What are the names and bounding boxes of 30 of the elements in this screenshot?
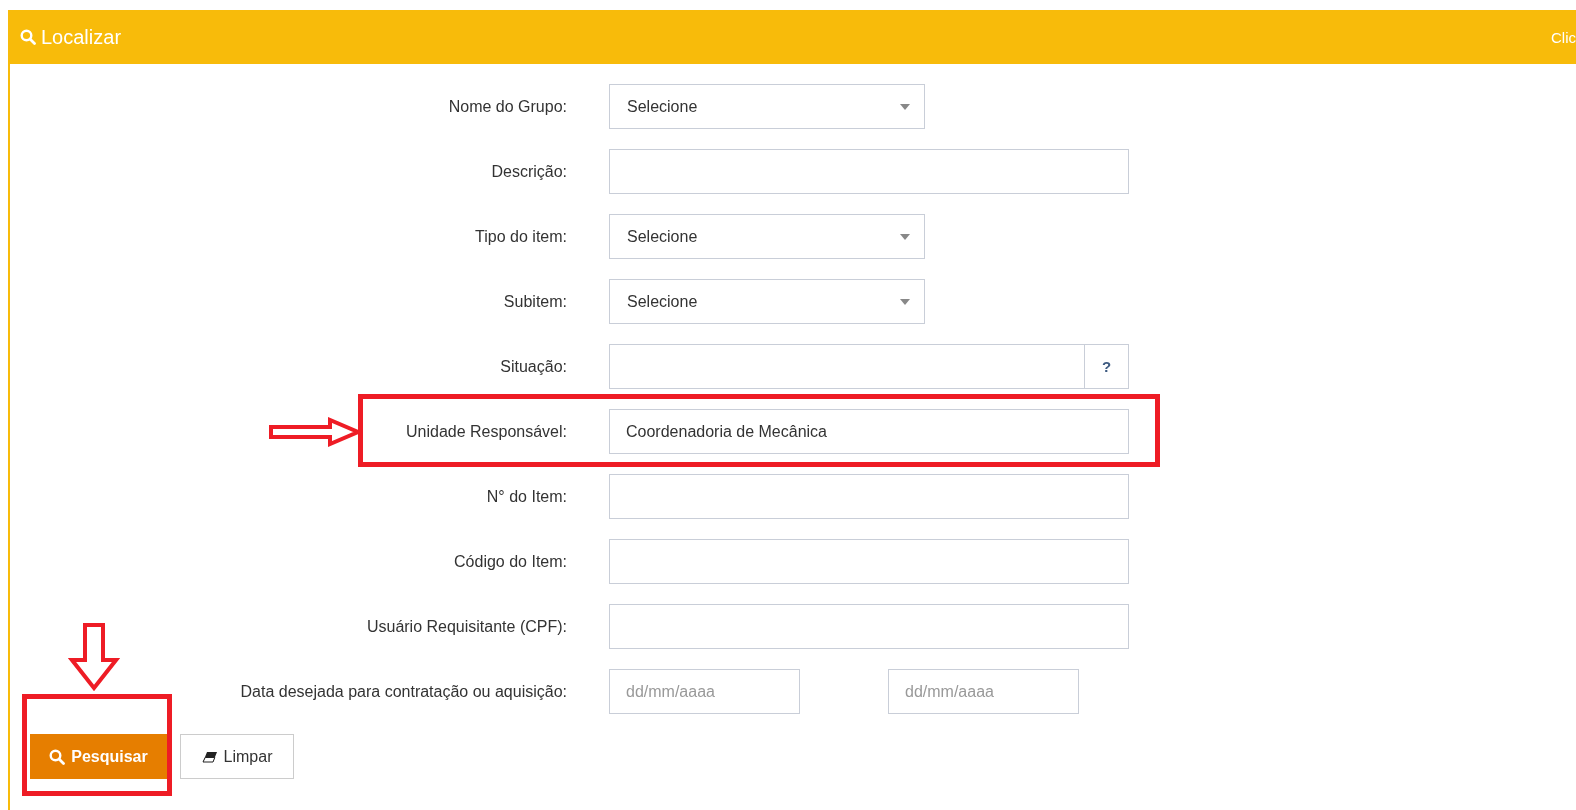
field-label: Data desejada para contratação ou aquisição: bbox=[240, 682, 567, 701]
field-label: Tipo do item: bbox=[475, 227, 567, 246]
field-label: Unidade Responsável: bbox=[406, 422, 567, 441]
field-label: Subitem: bbox=[503, 292, 567, 311]
caret-icon bbox=[900, 233, 910, 240]
select-field[interactable]: Selecione bbox=[609, 84, 925, 129]
field-label: Nome do Grupo: bbox=[448, 97, 567, 116]
field-label: Descrição: bbox=[491, 162, 567, 181]
panel-title: Localizar bbox=[41, 25, 122, 49]
caret-icon bbox=[900, 298, 910, 305]
select-field[interactable]: Selecione bbox=[609, 214, 925, 259]
text-field[interactable] bbox=[609, 604, 1129, 649]
text-field[interactable] bbox=[609, 474, 1129, 519]
help-button[interactable]: ? bbox=[1085, 344, 1129, 389]
text-field[interactable] bbox=[609, 539, 1129, 584]
field-label: N° do Item: bbox=[486, 487, 567, 506]
arrow-annotation bbox=[68, 622, 120, 692]
text-field[interactable]: Coordenadoria de Mecânica bbox=[609, 409, 1129, 454]
field-label: Situação: bbox=[500, 357, 567, 376]
clear-button[interactable]: Limpar bbox=[180, 734, 294, 779]
text-field[interactable] bbox=[609, 149, 1129, 194]
select-field[interactable]: Selecione bbox=[609, 279, 925, 324]
field-label: Usuário Requisitante (CPF): bbox=[366, 617, 567, 636]
text-field[interactable] bbox=[609, 344, 1085, 389]
search-icon bbox=[49, 748, 66, 765]
search-icon bbox=[20, 29, 36, 45]
date-field[interactable]: dd/mm/aaaa bbox=[609, 669, 800, 714]
caret-icon bbox=[900, 103, 910, 110]
date-field[interactable]: dd/mm/aaaa bbox=[888, 669, 1079, 714]
field-label: Código do Item: bbox=[454, 552, 567, 571]
